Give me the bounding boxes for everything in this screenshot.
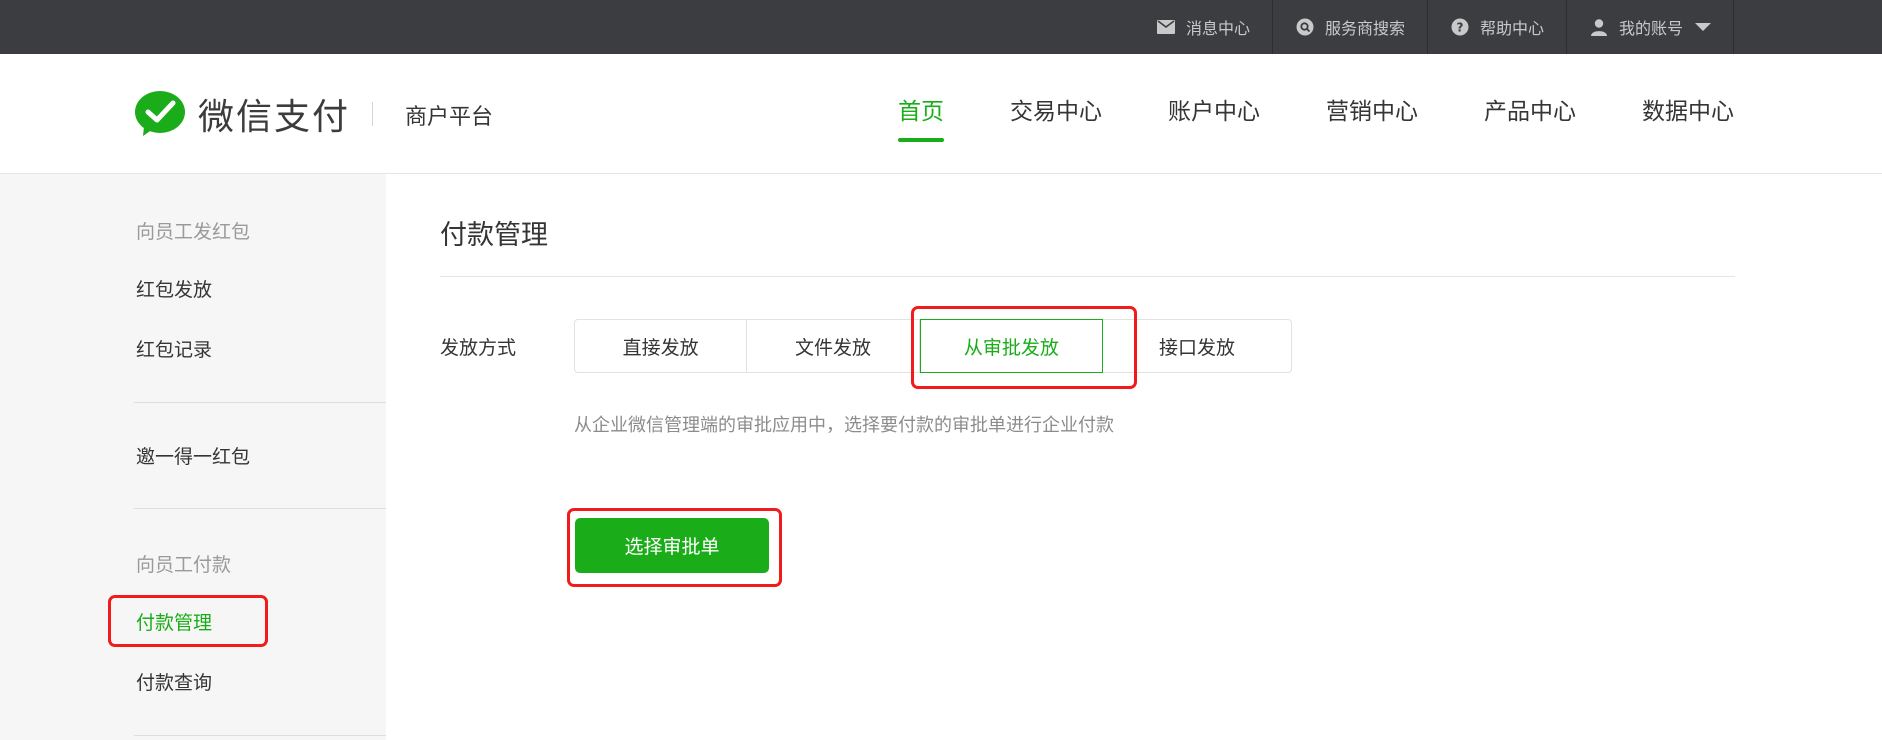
topbar-link-messages[interactable]: 消息中心 (1134, 0, 1272, 54)
select-approval-button[interactable]: 选择审批单 (575, 518, 769, 573)
distribution-method-label: 发放方式 (440, 337, 517, 359)
nav-label: 首页 (898, 99, 944, 125)
nav-active-indicator (898, 138, 944, 142)
topbar-link-label: 我的账号 (1618, 19, 1683, 38)
topbar-link-provider-search[interactable]: 服务商搜索 (1273, 0, 1427, 54)
divider (372, 102, 373, 126)
nav-data[interactable]: 数据中心 (1642, 92, 1734, 142)
nav-label: 账户中心 (1168, 99, 1260, 125)
distribution-method-tabs: 直接发放 文件发放 从审批发放 接口发放 (574, 319, 1292, 373)
tab-api[interactable]: 接口发放 (1103, 320, 1291, 372)
nav-transactions[interactable]: 交易中心 (1010, 92, 1102, 142)
tab-direct[interactable]: 直接发放 (575, 320, 748, 372)
sidebar-item-invite-hongbao[interactable]: 邀一得一红包 (136, 442, 250, 469)
site-header: 微信支付 商户平台 首页 交易中心 账户中心 营销中心 产品中心 数据中心 (0, 54, 1882, 174)
help-icon: ? (1450, 17, 1470, 37)
platform-name: 商户平台 (405, 105, 494, 130)
topbar-link-label: 服务商搜索 (1324, 19, 1405, 38)
logo-text: 微信支付 (198, 97, 351, 138)
nav-home[interactable]: 首页 (898, 92, 944, 142)
mail-icon (1156, 17, 1176, 37)
sidebar-group-title: 向员工发红包 (136, 221, 251, 243)
sidebar-item-payment-manage[interactable]: 付款管理 (136, 608, 212, 635)
search-icon (1295, 17, 1315, 37)
divider (134, 402, 386, 403)
method-description: 从企业微信管理端的审批应用中，选择要付款的审批单进行企业付款 (574, 415, 1114, 436)
tab-label: 接口发放 (1158, 336, 1235, 359)
user-icon (1589, 17, 1609, 37)
topbar-link-label: 帮助中心 (1479, 19, 1544, 38)
nav-label: 产品中心 (1484, 99, 1576, 125)
sidebar-item-hongbao-record[interactable]: 红包记录 (136, 335, 212, 362)
top-bar: 消息中心 服务商搜索 ? 帮助中心 我的账号 (0, 0, 1882, 54)
wechat-pay-logo-icon (134, 90, 186, 138)
topbar-link-help[interactable]: ? 帮助中心 (1428, 0, 1566, 54)
main-nav: 首页 交易中心 账户中心 营销中心 产品中心 数据中心 (832, 92, 1734, 142)
nav-label: 营销中心 (1326, 99, 1418, 125)
tab-label: 直接发放 (622, 336, 699, 359)
sidebar-item-hongbao-send[interactable]: 红包发放 (136, 275, 212, 302)
svg-text:?: ? (1456, 21, 1463, 35)
top-links: 消息中心 服务商搜索 ? 帮助中心 我的账号 (1134, 0, 1734, 54)
sidebar: 向员工发红包 红包发放 红包记录 邀一得一红包 向员工付款 付款管理 付款查询 (0, 174, 386, 740)
nav-label: 交易中心 (1010, 99, 1102, 125)
tab-label: 文件发放 (795, 336, 872, 359)
page-title: 付款管理 (440, 220, 548, 251)
caret-down-icon (1695, 23, 1711, 31)
sidebar-group-title: 向员工付款 (136, 554, 232, 576)
divider (1733, 0, 1734, 54)
divider (134, 508, 386, 509)
divider (134, 735, 386, 736)
nav-products[interactable]: 产品中心 (1484, 92, 1576, 142)
nav-label: 数据中心 (1642, 99, 1734, 125)
tab-file[interactable]: 文件发放 (747, 320, 920, 372)
divider (440, 276, 1735, 277)
logo[interactable]: 微信支付 (134, 88, 350, 140)
topbar-link-label: 消息中心 (1185, 19, 1250, 38)
tab-from-approval[interactable]: 从审批发放 (919, 319, 1103, 373)
sidebar-item-payment-query[interactable]: 付款查询 (136, 668, 212, 695)
nav-marketing[interactable]: 营销中心 (1326, 92, 1418, 142)
nav-account[interactable]: 账户中心 (1168, 92, 1260, 142)
tab-label: 从审批发放 (963, 336, 1059, 359)
topbar-link-account[interactable]: 我的账号 (1567, 0, 1733, 54)
